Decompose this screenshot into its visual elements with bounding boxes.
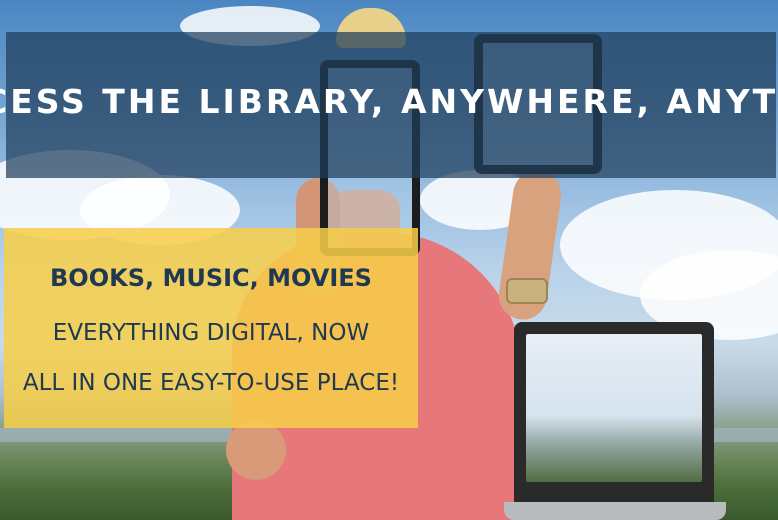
laptop-screen <box>514 322 714 502</box>
person-lower-arm <box>226 420 286 480</box>
wristwatch <box>506 278 548 304</box>
promo-box: BOOKS, MUSIC, MOVIES EVERYTHING DIGITAL,… <box>4 228 418 428</box>
laptop-base <box>504 502 726 520</box>
promo-line-media-types: BOOKS, MUSIC, MOVIES <box>50 264 372 292</box>
headline-band: ACCESS THE LIBRARY, ANYWHERE, ANYTIME <box>0 32 778 178</box>
promo-line-digital: EVERYTHING DIGITAL, NOW <box>52 320 370 346</box>
headline: ACCESS THE LIBRARY, ANYWHERE, ANYTIME <box>0 81 778 121</box>
laptop-display <box>526 334 702 482</box>
library-promo-banner[interactable]: ACCESS THE LIBRARY, ANYWHERE, ANYTIME BO… <box>0 0 778 520</box>
promo-line-easy: ALL IN ONE EASY-TO-USE PLACE! <box>22 370 400 396</box>
